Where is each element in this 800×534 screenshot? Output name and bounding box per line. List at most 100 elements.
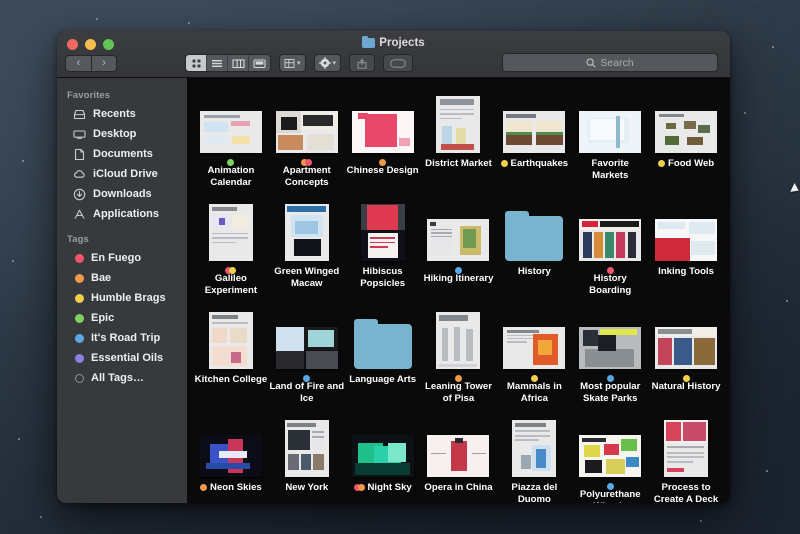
file-item[interactable]: Neon Skies	[193, 411, 269, 503]
sidebar-item-applications[interactable]: Applications	[57, 204, 187, 224]
file-name: Leaning Tower of Pisa	[425, 381, 492, 404]
search-field[interactable]: Search	[502, 53, 718, 72]
file-item[interactable]: Polyurethane Wheels	[572, 411, 648, 503]
file-label: Most popular Skate Parks	[572, 374, 648, 405]
grid-icon	[192, 59, 200, 67]
share-button[interactable]	[349, 54, 376, 72]
tags-button[interactable]	[383, 54, 414, 72]
back-button[interactable]: ‹	[65, 55, 91, 72]
file-item[interactable]: Apartment Concepts	[269, 87, 345, 192]
file-item[interactable]: Green Winged Macaw	[269, 195, 345, 300]
sidebar-item-documents[interactable]: Documents	[57, 144, 187, 164]
file-item[interactable]: Opera in China	[421, 411, 497, 503]
window-title-text: Projects	[379, 37, 425, 49]
file-thumbnail	[503, 307, 566, 369]
sidebar-item-label: Desktop	[93, 128, 137, 140]
file-name: Food Web	[667, 158, 715, 169]
document-icon	[503, 111, 566, 153]
search-icon	[586, 57, 597, 68]
sidebar-tag-label: Bae	[91, 272, 112, 284]
sidebar-item-icloud-drive[interactable]: iCloud Drive	[57, 164, 187, 184]
file-item[interactable]: Earthquakes	[496, 87, 572, 192]
thumbnail-preview	[351, 435, 414, 477]
file-grid-area[interactable]: Animation Calendar Apartment Concepts Chin…	[187, 78, 730, 503]
file-name: Mammals in Africa	[506, 381, 562, 404]
search-placeholder: Search	[600, 56, 634, 69]
group-by-button[interactable]: ▾	[279, 54, 306, 72]
file-item[interactable]: Inking Tools	[648, 195, 724, 300]
thumbnail-preview	[427, 219, 489, 261]
file-item[interactable]: Natural History	[648, 303, 724, 408]
list-view-button[interactable]	[207, 55, 228, 71]
file-item[interactable]: Piazza del Duomo	[496, 411, 572, 503]
thumbnail-preview	[285, 204, 329, 261]
sidebar-tag-all-tags[interactable]: All Tags…	[57, 368, 187, 388]
file-thumbnail	[436, 91, 481, 153]
file-item[interactable]: Language Arts	[345, 303, 421, 408]
file-name: History Boarding	[589, 273, 632, 296]
icloud-icon	[73, 168, 86, 181]
column-view-button[interactable]	[228, 55, 249, 71]
sidebar-tags-list: En Fuego Bae Humble Brags Epic It's Road Tri…	[57, 248, 187, 388]
file-item[interactable]: Most popular Skate Parks	[572, 303, 648, 408]
action-button[interactable]: ▾	[313, 54, 342, 72]
file-item[interactable]: New York	[269, 411, 345, 503]
file-tag-dots	[225, 267, 237, 274]
file-tag-dots	[606, 267, 614, 274]
file-tag-dots	[227, 159, 235, 166]
sidebar-tag-label: It's Road Trip	[91, 332, 161, 344]
file-item[interactable]: Kitchen College	[193, 303, 269, 408]
minimize-button[interactable]	[85, 39, 96, 50]
file-item[interactable]: Leaning Tower of Pisa	[421, 303, 497, 408]
file-name: Language Arts	[349, 374, 417, 385]
file-thumbnail	[655, 307, 718, 369]
file-item[interactable]: Food Web	[648, 87, 724, 192]
sidebar-favorites-list: Recents Desktop Documents iCloud Drive Downl…	[57, 104, 187, 224]
forward-button[interactable]: ›	[91, 55, 117, 72]
sidebar-tag-essential-oils[interactable]: Essential Oils	[57, 348, 187, 368]
file-item[interactable]: Animation Calendar	[193, 87, 269, 192]
sidebar-tag-epic[interactable]: Epic	[57, 308, 187, 328]
file-name: Natural History	[651, 381, 721, 392]
sidebar-item-recents[interactable]: Recents	[57, 104, 187, 124]
sidebar-tag-en-fuego[interactable]: En Fuego	[57, 248, 187, 268]
close-button[interactable]	[67, 39, 78, 50]
file-name: Green Winged Macaw	[274, 266, 340, 289]
file-item[interactable]: History	[496, 195, 572, 300]
file-label: Mammals in Africa	[496, 374, 572, 405]
recents-icon	[73, 108, 86, 121]
file-item[interactable]: Mammals in Africa	[496, 303, 572, 408]
sidebar-item-downloads[interactable]: Downloads	[57, 184, 187, 204]
document-icon	[579, 111, 642, 153]
tag-color-dot	[357, 484, 365, 491]
thumbnail-preview	[275, 327, 338, 369]
file-item[interactable]: Land of Fire and Ice	[269, 303, 345, 408]
file-item[interactable]: Night Sky	[345, 411, 421, 503]
sidebar-tag-bae[interactable]: Bae	[57, 268, 187, 288]
maximize-button[interactable]	[103, 39, 114, 50]
file-tag-dots	[200, 484, 208, 491]
file-item[interactable]: Hiking Itinerary	[421, 195, 497, 300]
file-name: Hiking Itinerary	[423, 273, 494, 284]
document-icon	[503, 327, 566, 369]
file-item[interactable]: History Boarding	[572, 195, 648, 300]
gallery-view-button[interactable]	[249, 55, 270, 71]
file-item[interactable]: Galileo Experiment	[193, 195, 269, 300]
file-name: Animation Calendar	[207, 165, 255, 188]
icon-view-button[interactable]	[186, 55, 207, 71]
document-icon	[436, 96, 481, 153]
file-item[interactable]: District Market	[421, 87, 497, 192]
share-icon	[357, 58, 367, 69]
file-label: Animation Calendar	[193, 158, 269, 189]
sidebar-tag-humble-brags[interactable]: Humble Brags	[57, 288, 187, 308]
file-item[interactable]: Favorite Markets	[572, 87, 648, 192]
file-item[interactable]: Hibiscus Popsicles	[345, 195, 421, 300]
sidebar-item-desktop[interactable]: Desktop	[57, 124, 187, 144]
thumbnail-preview	[655, 219, 718, 261]
file-item[interactable]: Process to Create A Deck	[648, 411, 724, 503]
sidebar-tag-it-s-road-trip[interactable]: It's Road Trip	[57, 328, 187, 348]
file-tag-dots	[606, 375, 614, 382]
mouse-cursor	[790, 182, 800, 196]
file-label: Galileo Experiment	[193, 266, 269, 297]
file-item[interactable]: Chinese Design	[345, 87, 421, 192]
